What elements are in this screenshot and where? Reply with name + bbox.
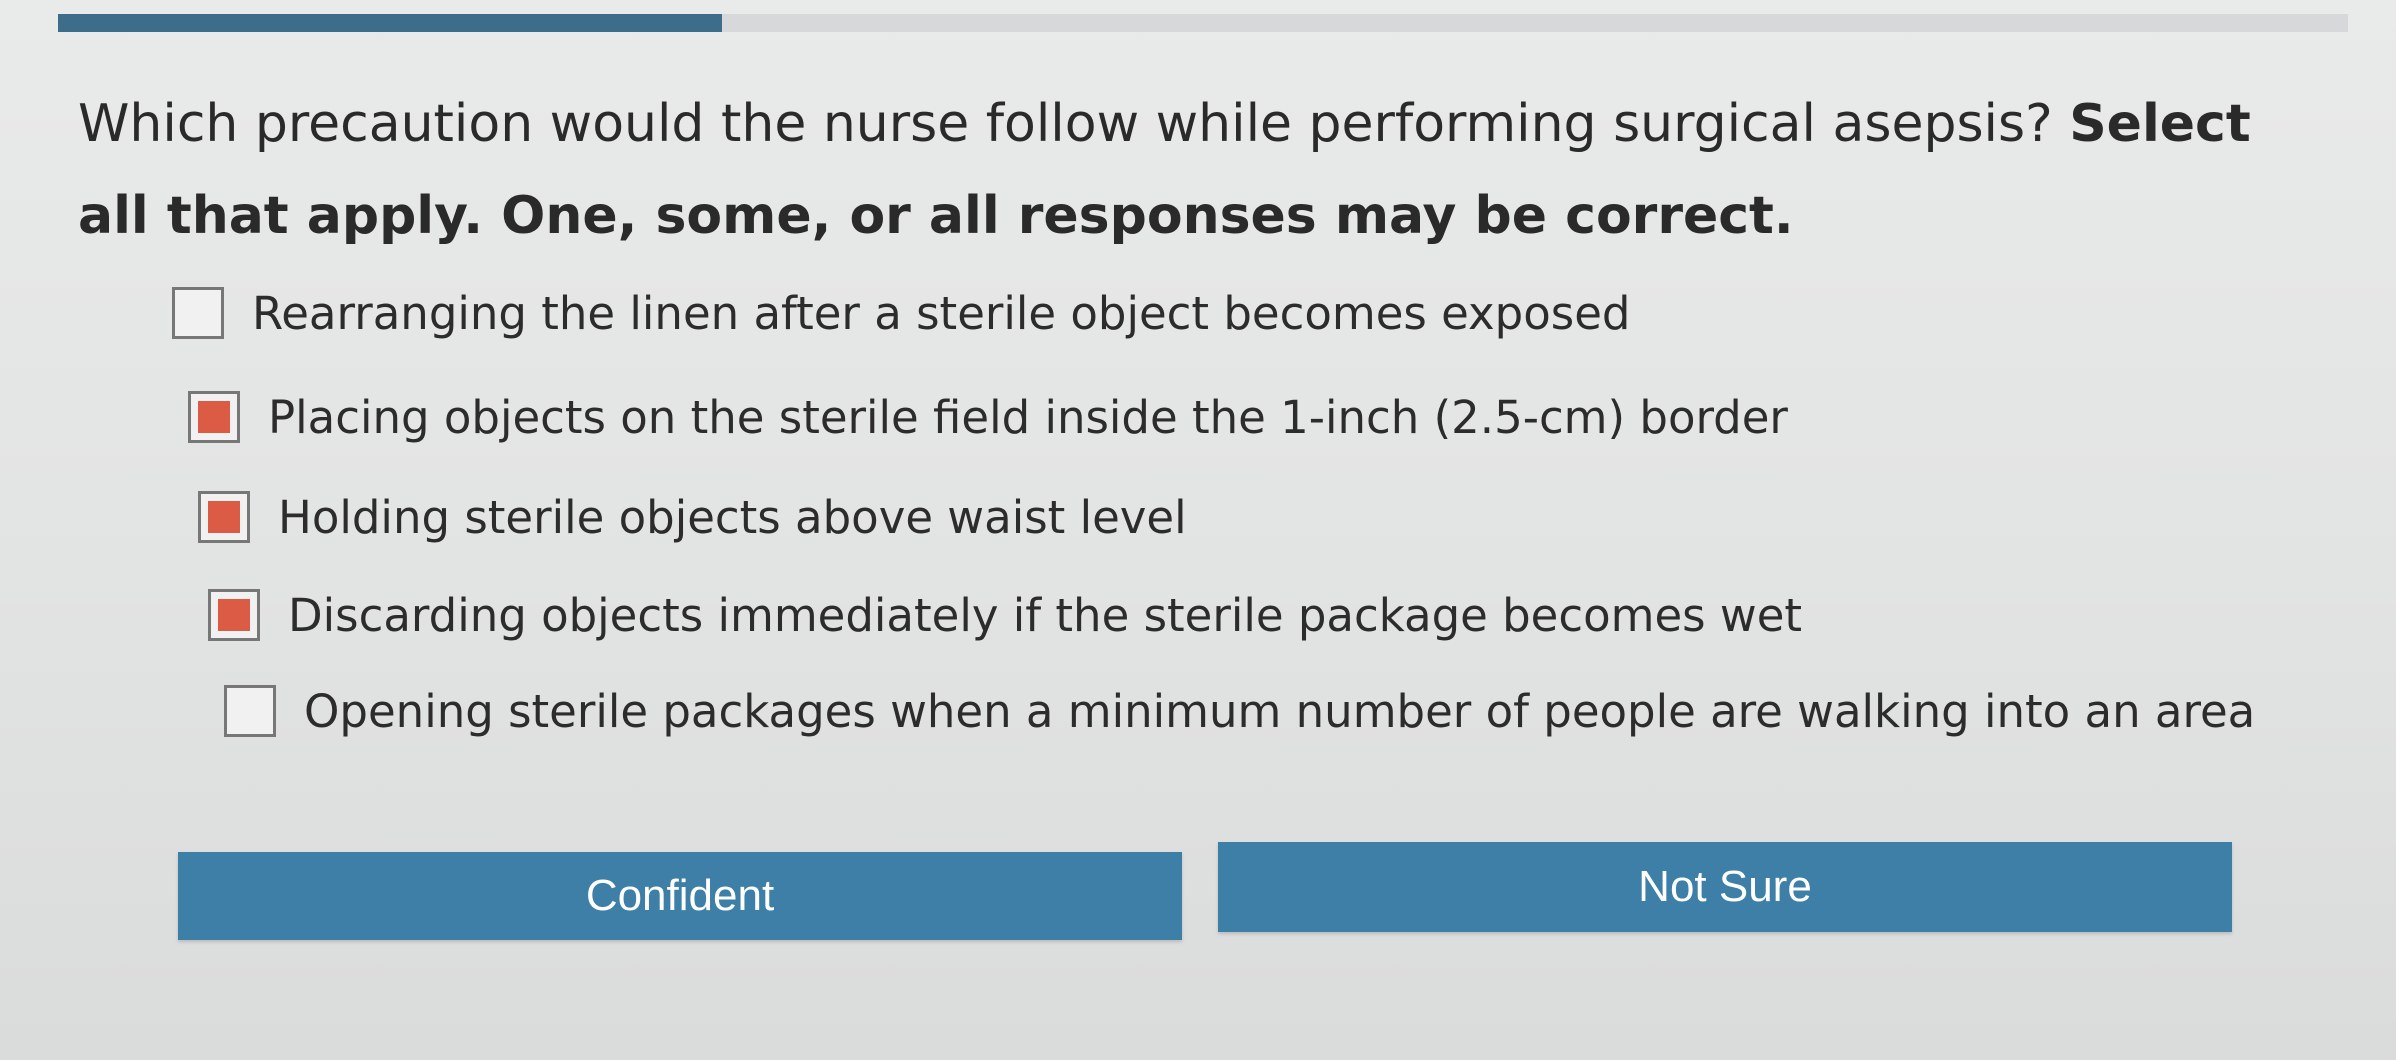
option-checkbox[interactable] xyxy=(208,589,260,641)
not-sure-button[interactable]: Not Sure xyxy=(1218,842,2232,932)
option-3[interactable]: Discarding objects immediately if the st… xyxy=(208,580,1802,650)
option-4[interactable]: Opening sterile packages when a minimum … xyxy=(224,676,2255,746)
option-label: Opening sterile packages when a minimum … xyxy=(304,684,2256,738)
checkmark-icon xyxy=(208,501,240,533)
option-label: Holding sterile objects above waist leve… xyxy=(278,490,1187,544)
option-checkbox[interactable] xyxy=(224,685,276,737)
option-checkbox[interactable] xyxy=(172,287,224,339)
option-checkbox[interactable] xyxy=(198,491,250,543)
option-1[interactable]: Placing objects on the sterile field ins… xyxy=(188,382,1788,452)
checkmark-icon xyxy=(218,599,250,631)
option-label: Discarding objects immediately if the st… xyxy=(288,588,1803,642)
question-text: Which precaution would the nurse follow … xyxy=(78,78,2328,262)
progress-bar-fill xyxy=(58,14,723,32)
confident-button[interactable]: Confident xyxy=(178,852,1182,940)
option-0[interactable]: Rearranging the linen after a sterile ob… xyxy=(172,278,1630,348)
option-label: Rearranging the linen after a sterile ob… xyxy=(252,286,1631,340)
option-label: Placing objects on the sterile field ins… xyxy=(268,390,1788,444)
question-prompt: Which precaution would the nurse follow … xyxy=(78,94,2053,154)
progress-bar xyxy=(58,14,2348,32)
option-2[interactable]: Holding sterile objects above waist leve… xyxy=(198,482,1187,552)
checkmark-icon xyxy=(198,401,230,433)
option-checkbox[interactable] xyxy=(188,391,240,443)
